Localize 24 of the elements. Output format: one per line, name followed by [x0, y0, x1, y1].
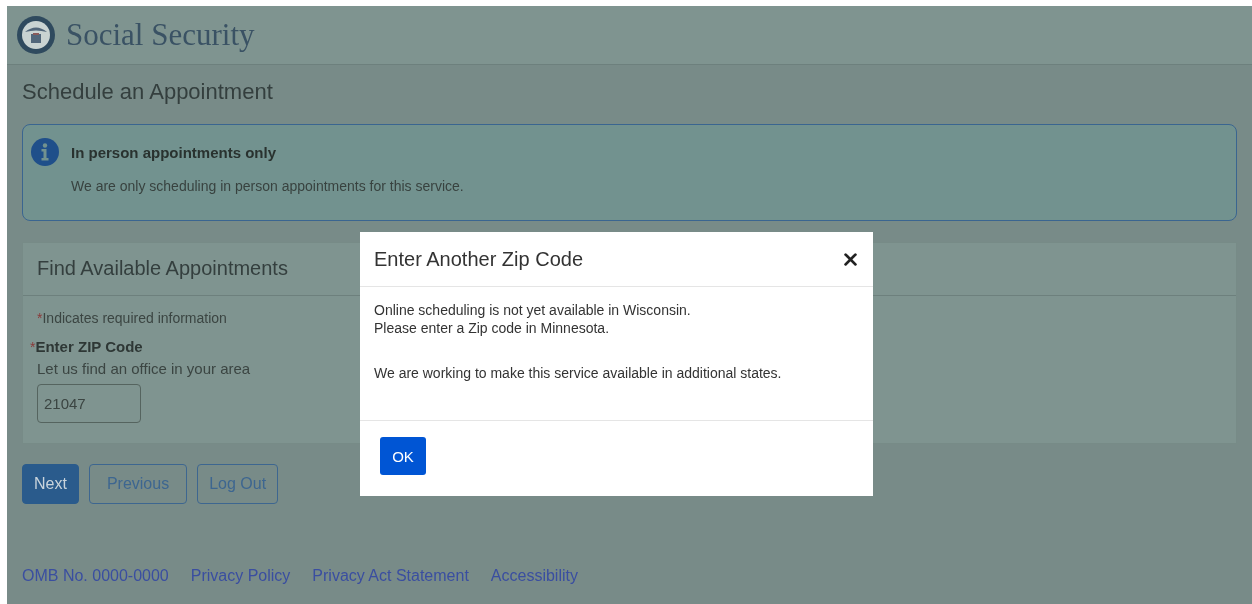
- info-icon: [31, 138, 59, 166]
- alert-title: In person appointments only: [71, 144, 277, 161]
- omb-number: OMB No. 0000-0000: [22, 567, 169, 585]
- modal-note: We are working to make this service available in additional states.: [374, 365, 783, 381]
- zip-code-field[interactable]: 21047: [37, 384, 141, 423]
- modal-title: Enter Another Zip Code: [374, 247, 583, 271]
- footer-link[interactable]: Privacy Act Statement: [312, 567, 469, 585]
- required-note: Indicates required information: [42, 310, 227, 326]
- nav-button[interactable]: Previous: [88, 464, 188, 504]
- nav-button[interactable]: Log Out: [197, 464, 279, 504]
- ok-button[interactable]: OK: [380, 437, 426, 475]
- alert-text: We are only scheduling in person appointments for this service.: [71, 178, 464, 194]
- modal-message: Online scheduling is not yet available in Wisconsin. Please enter a Zip code in Minnesota.: [374, 301, 692, 337]
- field-label: Enter ZIP Code: [35, 338, 143, 355]
- required-asterisk: *: [30, 339, 36, 355]
- footer-link[interactable]: Privacy Policy: [190, 567, 291, 585]
- next-button[interactable]: Next: [22, 464, 79, 504]
- field-hint: Let us find an office in your area: [37, 360, 251, 377]
- page-title: Schedule an Appointment: [22, 79, 274, 106]
- required-asterisk: *: [37, 310, 43, 326]
- close-button[interactable]: [842, 250, 859, 268]
- seal-logo-icon: [16, 15, 56, 55]
- site-title[interactable]: Social Security: [66, 17, 255, 53]
- footer-link[interactable]: Accessibility: [490, 567, 578, 585]
